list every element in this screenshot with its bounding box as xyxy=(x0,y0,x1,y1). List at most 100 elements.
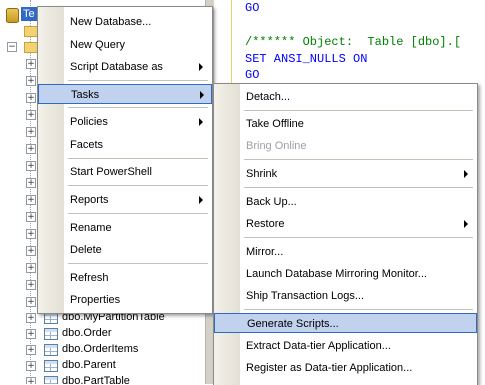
expand-icon[interactable]: + xyxy=(26,127,36,137)
code-line: GO xyxy=(245,68,260,82)
menu-item-label: Tasks xyxy=(71,89,100,101)
menu-item-launch-mirroring-monitor[interactable]: Launch Database Mirroring Monitor... xyxy=(216,264,475,284)
expand-icon[interactable]: + xyxy=(26,93,36,103)
menu-item-mirror[interactable]: Mirror... xyxy=(216,242,475,262)
table-label: dbo.PartTable xyxy=(62,375,130,384)
menu-item-script-database-as[interactable]: Script Database as xyxy=(40,57,210,77)
menu-item-label: Properties xyxy=(70,294,121,306)
menu-item-label: Script Database as xyxy=(70,61,163,73)
code-line: /****** Object: Table [dbo].[ xyxy=(245,35,462,49)
menu-item-back-up[interactable]: Back Up... xyxy=(216,192,475,212)
folder-icon xyxy=(24,26,38,37)
code-line: GO xyxy=(245,1,260,15)
submenu-arrow-icon xyxy=(200,91,204,99)
expand-icon[interactable]: + xyxy=(26,144,36,154)
menu-item-detach[interactable]: Detach... xyxy=(216,87,475,107)
menu-separator xyxy=(68,185,208,186)
menu-item-label: Take Offline xyxy=(246,118,304,130)
submenu-arrow-icon xyxy=(199,63,203,71)
folder-icon xyxy=(24,42,38,53)
table-icon xyxy=(44,376,58,384)
expand-icon[interactable]: + xyxy=(26,246,36,256)
table-icon xyxy=(44,328,58,340)
menu-item-register-data-tier-application[interactable]: Register as Data-tier Application... xyxy=(216,358,475,378)
expand-icon[interactable]: + xyxy=(26,212,36,222)
table-row[interactable]: + dbo.Order xyxy=(0,326,205,342)
context-menu: New Database... New Query Script Databas… xyxy=(37,6,213,314)
table-icon xyxy=(44,360,58,372)
menu-item-label: Rename xyxy=(70,222,112,234)
menu-item-label: Shrink xyxy=(246,168,278,180)
menu-item-refresh[interactable]: Refresh xyxy=(40,268,210,288)
expand-icon[interactable]: + xyxy=(26,280,36,290)
menu-item-label: Launch Database Mirroring Monitor... xyxy=(246,268,427,280)
menu-item-generate-scripts[interactable]: Generate Scripts... xyxy=(214,313,477,333)
menu-item-properties[interactable]: Properties xyxy=(40,290,210,310)
expand-icon[interactable]: + xyxy=(26,263,36,273)
expand-icon[interactable]: + xyxy=(26,229,36,239)
menu-item-label: Restore xyxy=(246,218,285,230)
menu-item-restore[interactable]: Restore xyxy=(216,214,475,234)
menu-item-label: Mirror... xyxy=(246,246,284,258)
menu-separator xyxy=(68,213,208,214)
tasks-submenu: Detach... Take Offline Bring Online Shri… xyxy=(213,83,478,385)
menu-item-new-query[interactable]: New Query xyxy=(40,35,210,55)
expand-icon[interactable]: + xyxy=(26,377,36,384)
menu-item-label: Refresh xyxy=(70,272,109,284)
menu-item-rename[interactable]: Rename xyxy=(40,218,210,238)
collapse-icon[interactable]: − xyxy=(7,42,17,52)
menu-separator xyxy=(68,107,208,108)
menu-item-take-offline[interactable]: Take Offline xyxy=(216,114,475,134)
expand-icon[interactable]: + xyxy=(26,195,36,205)
menu-item-shrink[interactable]: Shrink xyxy=(216,164,475,184)
menu-item-policies[interactable]: Policies xyxy=(40,112,210,132)
menu-separator xyxy=(68,158,208,159)
menu-item-facets[interactable]: Facets xyxy=(40,135,210,155)
expand-icon[interactable]: + xyxy=(26,329,36,339)
submenu-arrow-icon xyxy=(464,220,468,228)
table-label: dbo.Order xyxy=(62,327,112,339)
table-label: dbo.Parent xyxy=(62,359,116,371)
menu-separator xyxy=(244,159,473,160)
expand-icon[interactable]: + xyxy=(26,59,36,69)
menu-item-ship-transaction-logs[interactable]: Ship Transaction Logs... xyxy=(216,286,475,306)
expand-icon[interactable]: + xyxy=(26,161,36,171)
code-line: SET ANSI_NULLS ON xyxy=(245,52,368,66)
menu-item-label: New Database... xyxy=(70,16,152,28)
expand-icon[interactable]: + xyxy=(26,297,36,307)
submenu-arrow-icon xyxy=(199,118,203,126)
menu-item-new-database[interactable]: New Database... xyxy=(40,12,210,32)
menu-separator xyxy=(244,110,473,111)
menu-item-label: New Query xyxy=(70,39,126,51)
menu-separator xyxy=(244,309,473,310)
submenu-arrow-icon xyxy=(464,170,468,178)
menu-item-label: Facets xyxy=(70,139,104,151)
database-icon xyxy=(6,8,19,23)
menu-item-label: Bring Online xyxy=(246,140,307,152)
menu-item-label: Detach... xyxy=(246,91,291,103)
menu-item-label: Ship Transaction Logs... xyxy=(246,290,365,302)
expand-icon[interactable]: + xyxy=(26,345,36,355)
menu-item-label: Policies xyxy=(70,116,108,128)
expand-icon[interactable]: + xyxy=(26,178,36,188)
menu-item-start-powershell[interactable]: Start PowerShell xyxy=(40,162,210,182)
menu-separator xyxy=(68,80,208,81)
menu-item-extract-data-tier-application[interactable]: Extract Data-tier Application... xyxy=(216,336,475,356)
expand-icon[interactable]: + xyxy=(26,313,36,323)
menu-item-reports[interactable]: Reports xyxy=(40,190,210,210)
expand-icon[interactable]: + xyxy=(26,76,36,86)
submenu-arrow-icon xyxy=(199,196,203,204)
menu-item-delete[interactable]: Delete xyxy=(40,240,210,260)
table-row[interactable]: + dbo.PartTable xyxy=(0,374,205,384)
menu-item-label: Generate Scripts... xyxy=(247,318,339,330)
menu-item-label: Back Up... xyxy=(246,196,297,208)
menu-item-label: Extract Data-tier Application... xyxy=(246,340,391,352)
menu-item-tasks[interactable]: Tasks xyxy=(38,84,212,104)
table-row[interactable]: + dbo.Parent xyxy=(0,358,205,374)
expand-icon[interactable]: + xyxy=(26,110,36,120)
menu-separator xyxy=(68,263,208,264)
table-row[interactable]: + dbo.OrderItems xyxy=(0,342,205,358)
menu-item-label: Register as Data-tier Application... xyxy=(246,362,413,374)
expand-icon[interactable]: + xyxy=(26,361,36,371)
menu-item-bring-online: Bring Online xyxy=(216,136,475,156)
